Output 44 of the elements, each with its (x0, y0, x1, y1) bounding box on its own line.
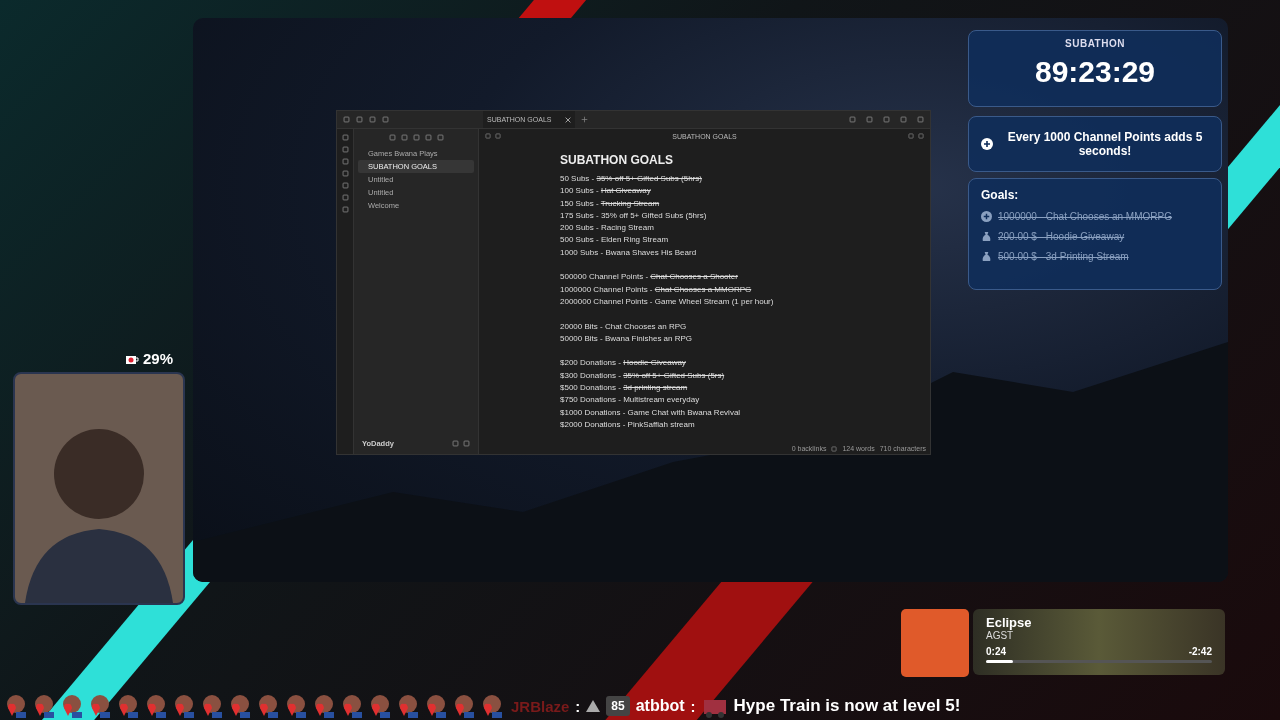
goal-line: $2000 Donations - PinkSaffiah stream (560, 418, 696, 431)
goal-line: 175 Subs - 35% off 5+ Gifted Subs (5hrs) (560, 209, 708, 222)
rule-text: Every 1000 Channel Points adds 5 seconds! (1006, 130, 1204, 158)
goal-line: 1000 Subs - Bwana Shaves His Beard (560, 246, 698, 259)
money-bag-icon (981, 251, 992, 262)
goal-line: $200 Donations - Hoodie Giveaway (560, 357, 687, 370)
goal-line: $500 Donations - 3d printing stream (560, 382, 689, 395)
goal-line: 150 Subs - Trucking Stream (560, 197, 661, 210)
goal-line: 50000 Bits - Bwana Finishes an RPG (560, 332, 694, 345)
goal-line: 100 Subs - Hat Giveaway (560, 185, 652, 198)
timer-label: SUBATHON (1064, 38, 1126, 49)
meter-percent: 29% (143, 350, 174, 367)
goal-line: 20000 Bits - Chat Chooses an RPG (560, 320, 688, 333)
goal-text: 1000000 - Chat Chooses an MMORPG (998, 211, 1172, 222)
goal-line: $1000 Donations - Game Chat with Bwana Revival (560, 406, 742, 419)
money-bag-icon (981, 231, 992, 242)
goal-line: 1000000 Channel Points - Chat Chooses a MMORPG (560, 283, 753, 296)
remaining-time: -2:42 (1188, 646, 1212, 657)
goal-line: $300 Donations - 35% off 5+ Gifted Subs (5rs) (560, 369, 726, 382)
goal-line: 200 Subs - Racing Stream (560, 222, 655, 235)
chat-username: JRBlaze (511, 697, 570, 715)
chat-message: Hype Train is now at level 5! (733, 696, 961, 716)
plus-circle-icon (981, 138, 993, 150)
chat-username: atbbot (635, 697, 685, 715)
goal-line: 500000 Channel Points - Chat Chooses a Shooter (560, 271, 739, 284)
track-artist: AGST (986, 630, 1015, 641)
triangle-icon (586, 700, 601, 712)
goals-title: Goals: (981, 188, 1020, 202)
note-heading: SUBATHON GOALS (560, 153, 675, 167)
goal-line: $750 Donations - Multistream everyday (560, 394, 701, 407)
goal-line: 2000000 Channel Points - Game Wheel Stream (1 per hour) (560, 295, 775, 308)
goal-line: 500 Subs - Elden Ring Stream (560, 234, 670, 247)
plus-circle-icon (981, 211, 992, 222)
goal-line: 50 Subs - 35% off 5+ Gifted Subs (5hrs) (560, 173, 703, 185)
goal-text: 500.00 $ - 3d Printing Stream (998, 251, 1129, 262)
track-title: Eclipse (986, 615, 1033, 630)
goal-text: 200.00 $ - Hoodie Giveaway (998, 231, 1125, 242)
plus-icon[interactable] (581, 116, 588, 123)
countdown-timer: 89:23:29 (1033, 55, 1157, 89)
elapsed-time: 0:24 (986, 646, 1006, 657)
chat-separator: : (690, 697, 696, 715)
chat-separator: : (575, 697, 581, 715)
album-art-placeholder (901, 609, 969, 677)
chat-badge: 85 (606, 696, 630, 716)
